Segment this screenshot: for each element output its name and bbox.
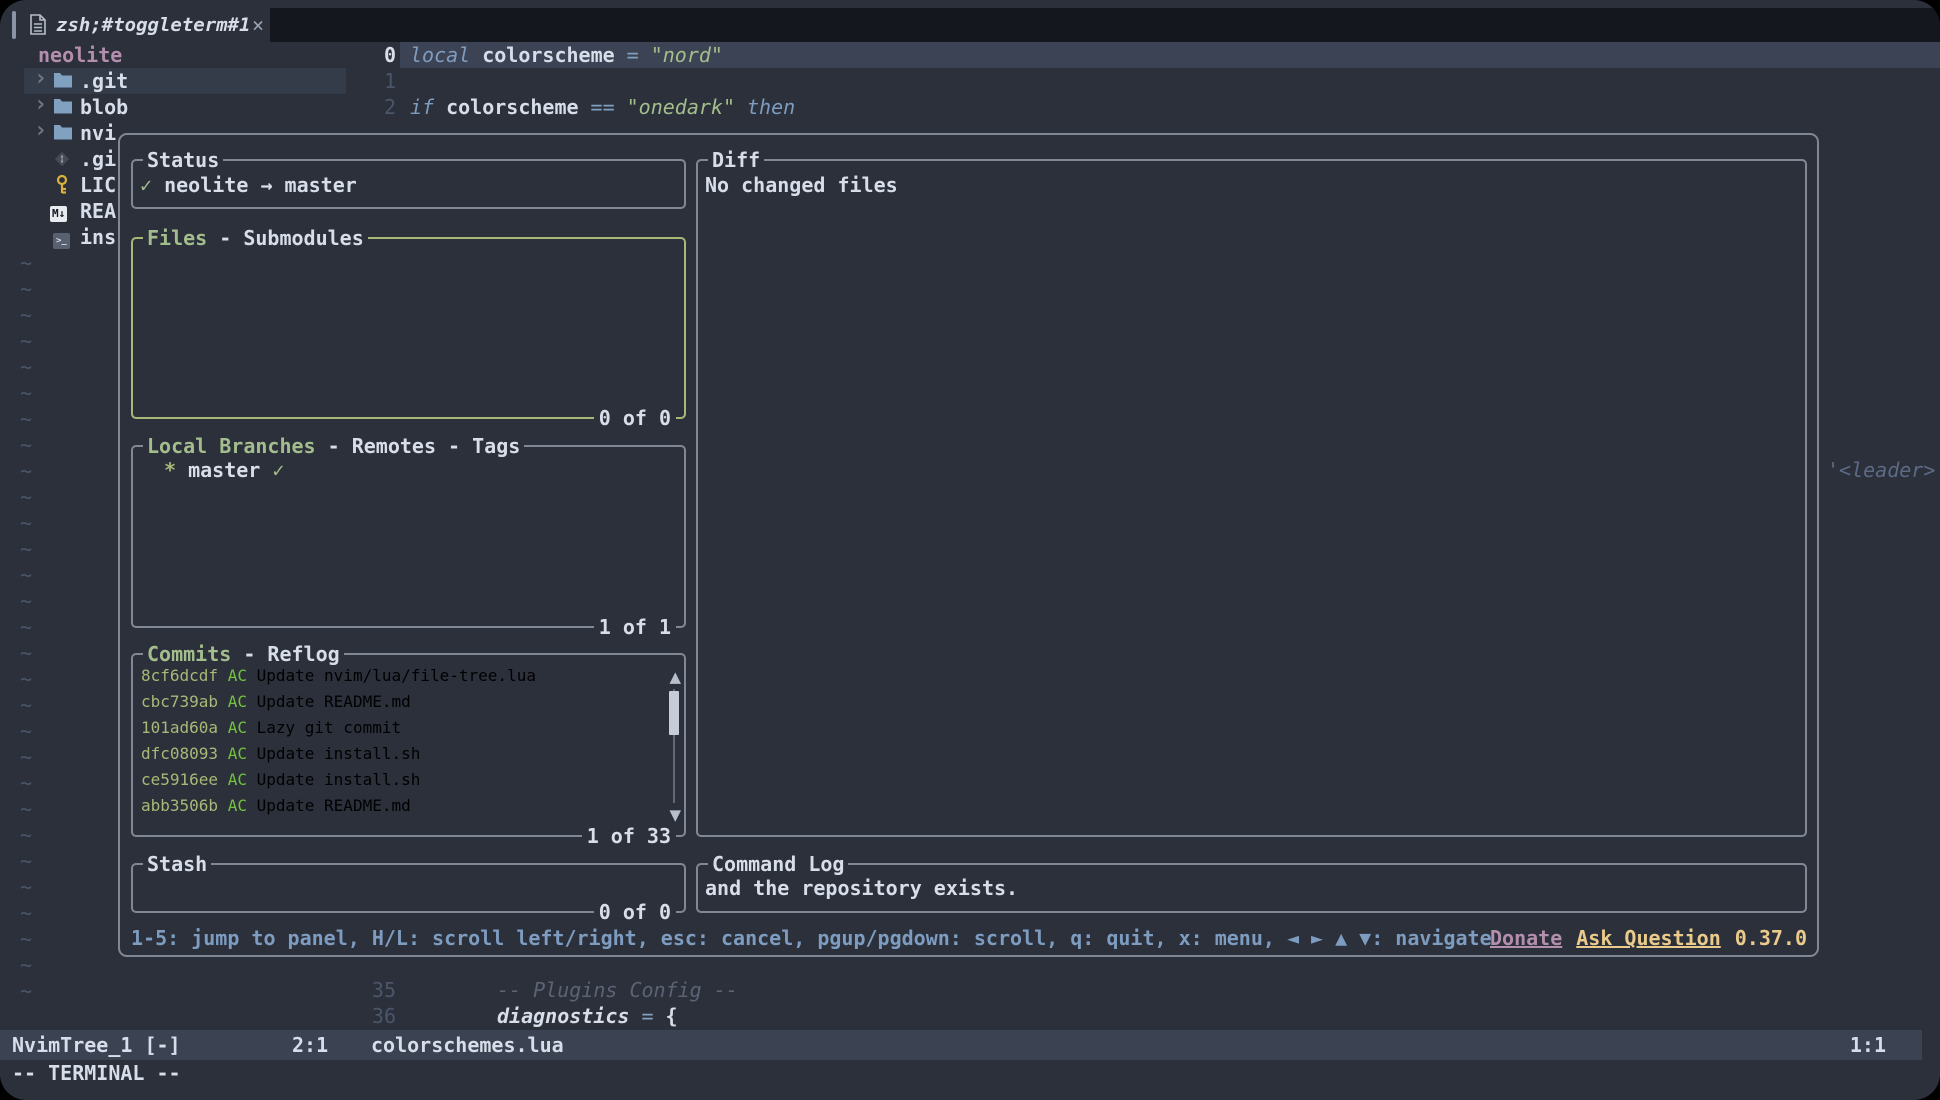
terminal-window: zsh;#toggleterm#1 × neolite › .git › blo… [0,0,1940,1100]
tree-item-label: .gi [80,146,116,172]
scroll-up-icon[interactable]: ▲ [669,669,681,685]
code-line-35: -- Plugins Config -- [497,977,738,1003]
statusline-cursor-position: 1:1 [1850,1032,1886,1058]
terminal-icon: >_ [53,228,70,249]
chevron-right-icon: › [34,118,47,144]
code-line-2: ifcolorscheme=="onedark"then [410,94,795,120]
chevron-right-icon: › [34,66,47,92]
git-icon [53,150,71,172]
command-log-panel[interactable]: Command Log and the repository exists. [696,863,1807,913]
markdown-icon: M↓ [50,202,67,222]
tab-toggleterm[interactable]: zsh;#toggleterm#1 × [0,8,270,42]
scrollbar-thumb[interactable] [669,691,679,735]
line-number: 36 [360,1003,396,1029]
donate-link[interactable]: Donate [1490,925,1562,951]
leader-key-hint: '<leader> [1827,457,1935,483]
folder-icon [53,71,73,92]
statusline-filename: colorschemes.lua [371,1032,564,1058]
commit-row[interactable]: abb3506b AC Update README.md [141,796,411,822]
tab-close-icon[interactable]: × [252,12,264,38]
statusline-buffer: NvimTree_1 [-] [12,1032,181,1058]
branch-row[interactable]: * master ✓ [164,457,284,483]
statusline-tree-position: 2:1 [292,1032,328,1058]
command-log-title: Command Log [708,851,848,877]
check-icon: ✓ [140,173,152,197]
commit-row[interactable]: 101ad60a AC Lazy git commit [141,718,401,744]
tree-root-label: neolite [38,42,122,68]
tree-item-label: REA [80,198,116,224]
branches-panel-title: Local Branches - Remotes - Tags [143,433,524,459]
tree-item-label: LIC [80,172,116,198]
tabline-fill [270,8,1940,42]
folder-icon [53,123,73,144]
arrow-right-icon: → [260,173,272,197]
files-count: 0 of 0 [594,405,676,431]
commit-row[interactable]: cbc739ab AC Update README.md [141,692,411,718]
commit-row[interactable]: ce5916ee AC Update install.sh [141,770,420,796]
status-content: ✓ neolite → master [140,172,357,198]
statusline: NvimTree_1 [-] 2:1 colorschemes.lua 1:1 [0,1030,1922,1060]
stash-count: 0 of 0 [594,899,676,925]
commits-panel[interactable]: Commits - Reflog 8cf6dcdf AC Update nvim… [131,653,686,837]
file-icon [30,14,46,39]
branches-count: 1 of 1 [594,614,676,640]
line-number: 0 [360,42,396,68]
stash-panel-title: Stash [143,851,211,877]
tree-item-label: ins [80,224,116,250]
folder-icon [53,97,73,118]
tree-item-git[interactable]: › .git [0,68,346,94]
commit-row[interactable]: dfc08093 AC Update install.sh [141,744,420,770]
tree-item-blob[interactable]: › blob [0,94,346,120]
stash-panel[interactable]: Stash 0 of 0 [131,863,686,913]
commit-row[interactable]: 8cf6dcdf AC Update nvim/lua/file-tree.lu… [141,666,536,692]
check-icon: ✓ [272,458,284,482]
tree-item-label: nvi [80,120,116,146]
code-line-36: diagnostics={ [497,1003,678,1029]
scroll-down-icon[interactable]: ▼ [669,807,681,823]
chevron-right-icon: › [34,92,47,118]
diff-panel-title: Diff [708,147,764,173]
branches-panel[interactable]: Local Branches - Remotes - Tags * master… [131,445,686,628]
files-panel-title: Files - Submodules [143,225,368,251]
status-panel-title: Status [143,147,223,173]
key-icon [53,174,71,199]
line-number: 35 [360,977,396,1003]
ask-question-link[interactable]: Ask Question [1576,925,1721,951]
line-number: 2 [360,94,396,120]
tree-item-label: .git [80,68,128,94]
commits-count: 1 of 33 [582,823,676,849]
tree-item-label: blob [80,94,128,120]
mode-indicator: -- TERMINAL -- [12,1060,181,1086]
tab-label: zsh;#toggleterm#1 [56,12,250,38]
commits-panel-title: Commits - Reflog [143,641,344,667]
status-panel[interactable]: Status ✓ neolite → master [131,159,686,209]
version-label: 0.37.0 [1735,925,1807,951]
diff-content: No changed files [705,172,898,198]
code-line-0: localcolorscheme="nord" [410,42,723,68]
files-panel[interactable]: Files - Submodules 0 of 0 [131,237,686,419]
diff-panel[interactable]: Diff No changed files [696,159,1807,837]
command-log-content: and the repository exists. [705,875,1018,901]
line-number: 1 [360,68,396,94]
